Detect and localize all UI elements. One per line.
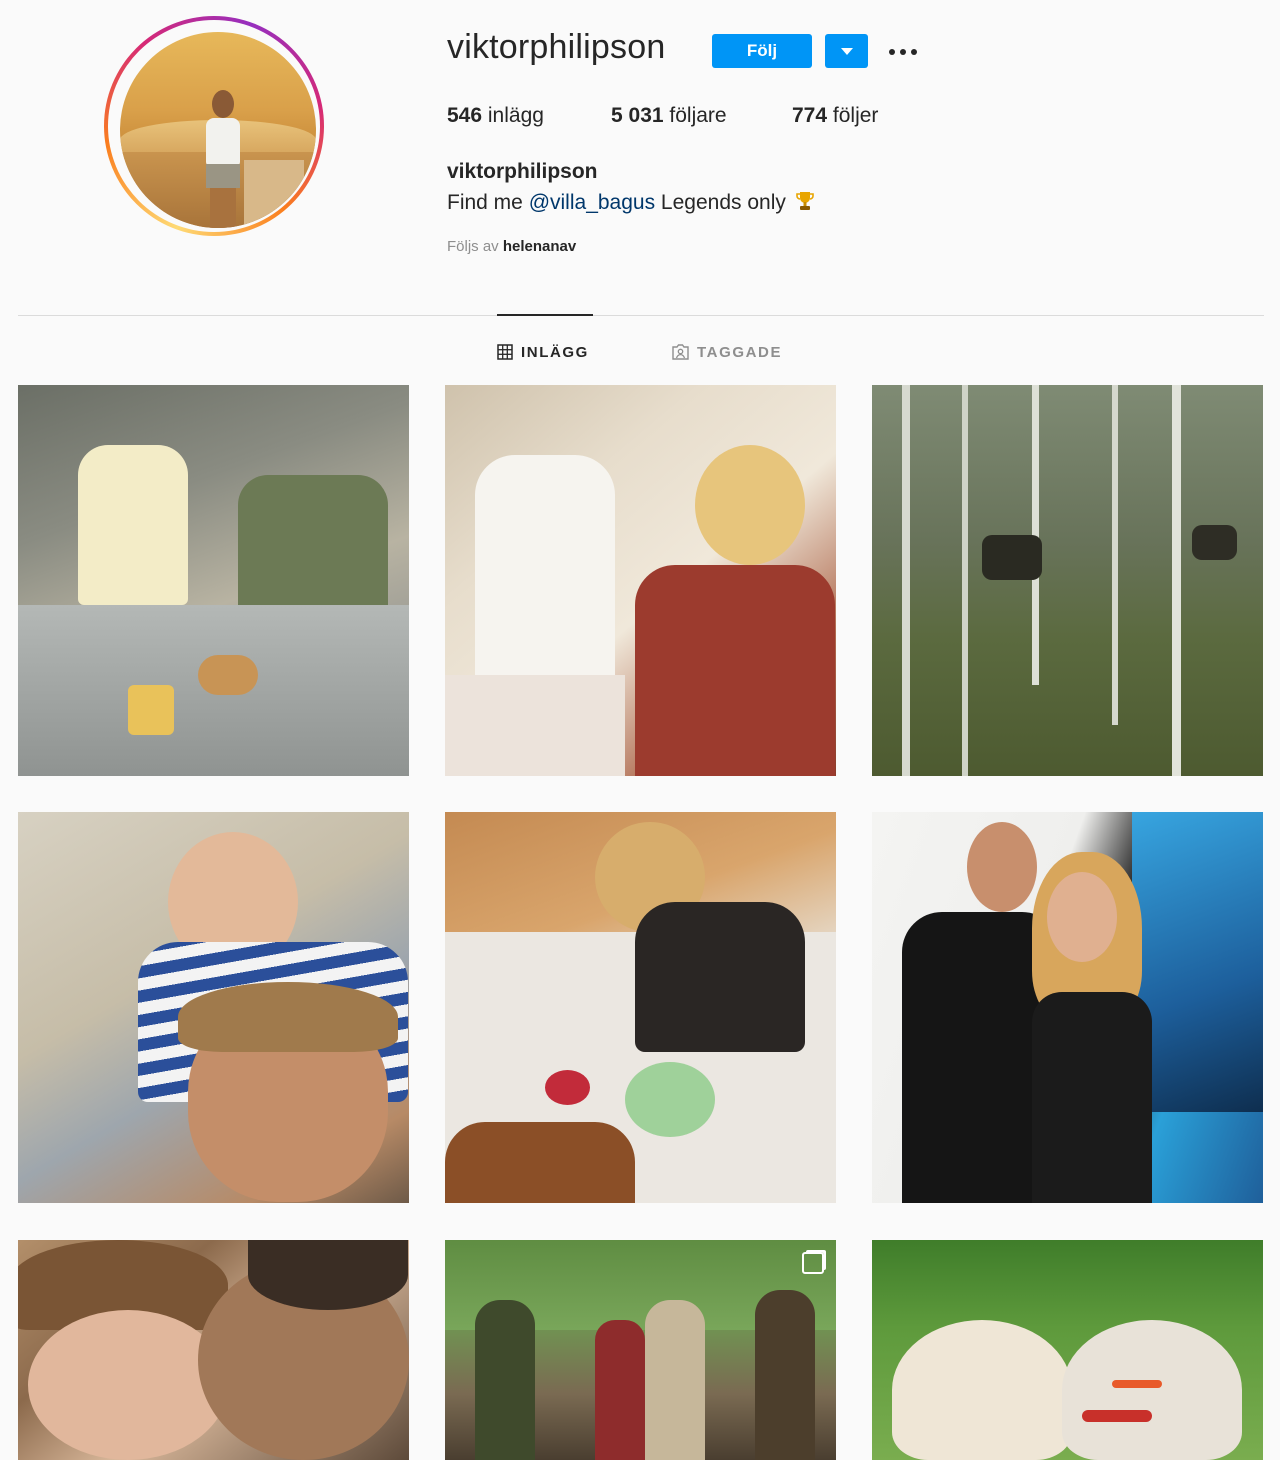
followers-label: följare	[669, 104, 727, 127]
post-thumbnail[interactable]	[872, 385, 1263, 776]
followers-stat[interactable]: 5 031 följare	[611, 104, 727, 128]
trophy-icon	[795, 192, 814, 210]
post-thumbnail[interactable]	[445, 1240, 836, 1460]
bio-text: Legends only	[655, 191, 786, 214]
post-thumbnail[interactable]	[445, 385, 836, 776]
suggested-dropdown-button[interactable]	[825, 34, 868, 68]
bio-mention-link[interactable]: @villa_bagus	[529, 191, 655, 214]
more-options-button[interactable]	[884, 36, 922, 68]
dot-icon	[911, 49, 917, 55]
profile-page: viktorphilipson Följ 546 inlägg 5 031 fö…	[0, 0, 1280, 1460]
grid-icon	[497, 344, 513, 360]
followed-by-label: Följs av	[447, 238, 499, 255]
profile-username: viktorphilipson	[447, 28, 666, 66]
post-thumbnail[interactable]	[872, 812, 1263, 1203]
posts-count: 546	[447, 104, 483, 127]
follow-button[interactable]: Följ	[712, 34, 812, 68]
caret-down-icon	[840, 47, 853, 55]
post-thumbnail[interactable]	[18, 812, 409, 1203]
avatar[interactable]	[120, 32, 316, 228]
followers-count: 5 031	[611, 104, 664, 127]
posts-label: inlägg	[487, 104, 544, 127]
bio-text: Find me	[447, 191, 529, 214]
followed-by-user[interactable]: helenanav	[503, 238, 576, 255]
post-thumbnail[interactable]	[445, 812, 836, 1203]
post-thumbnail[interactable]	[18, 385, 409, 776]
tab-posts-label: INLÄGG	[521, 343, 589, 361]
tabs-divider	[18, 315, 1264, 316]
following-label: följer	[832, 104, 879, 127]
following-count: 774	[792, 104, 828, 127]
posts-stat: 546 inlägg	[447, 104, 544, 128]
tagged-icon	[672, 344, 689, 360]
tab-tagged[interactable]: TAGGADE	[672, 341, 782, 363]
post-thumbnail[interactable]	[872, 1240, 1263, 1460]
full-name: viktorphilipson	[447, 160, 598, 183]
carousel-icon	[802, 1252, 824, 1274]
following-stat[interactable]: 774 följer	[792, 104, 878, 128]
bio: Find me @villa_bagus Legends only	[447, 191, 814, 215]
dot-icon	[889, 49, 895, 55]
tab-posts[interactable]: INLÄGG	[497, 341, 589, 363]
dot-icon	[900, 49, 906, 55]
post-thumbnail[interactable]	[18, 1240, 409, 1460]
active-tab-indicator	[497, 314, 593, 316]
story-ring[interactable]	[104, 16, 324, 236]
tab-tagged-label: TAGGADE	[697, 343, 783, 361]
followed-by[interactable]: Följs av helenanav	[447, 238, 576, 255]
